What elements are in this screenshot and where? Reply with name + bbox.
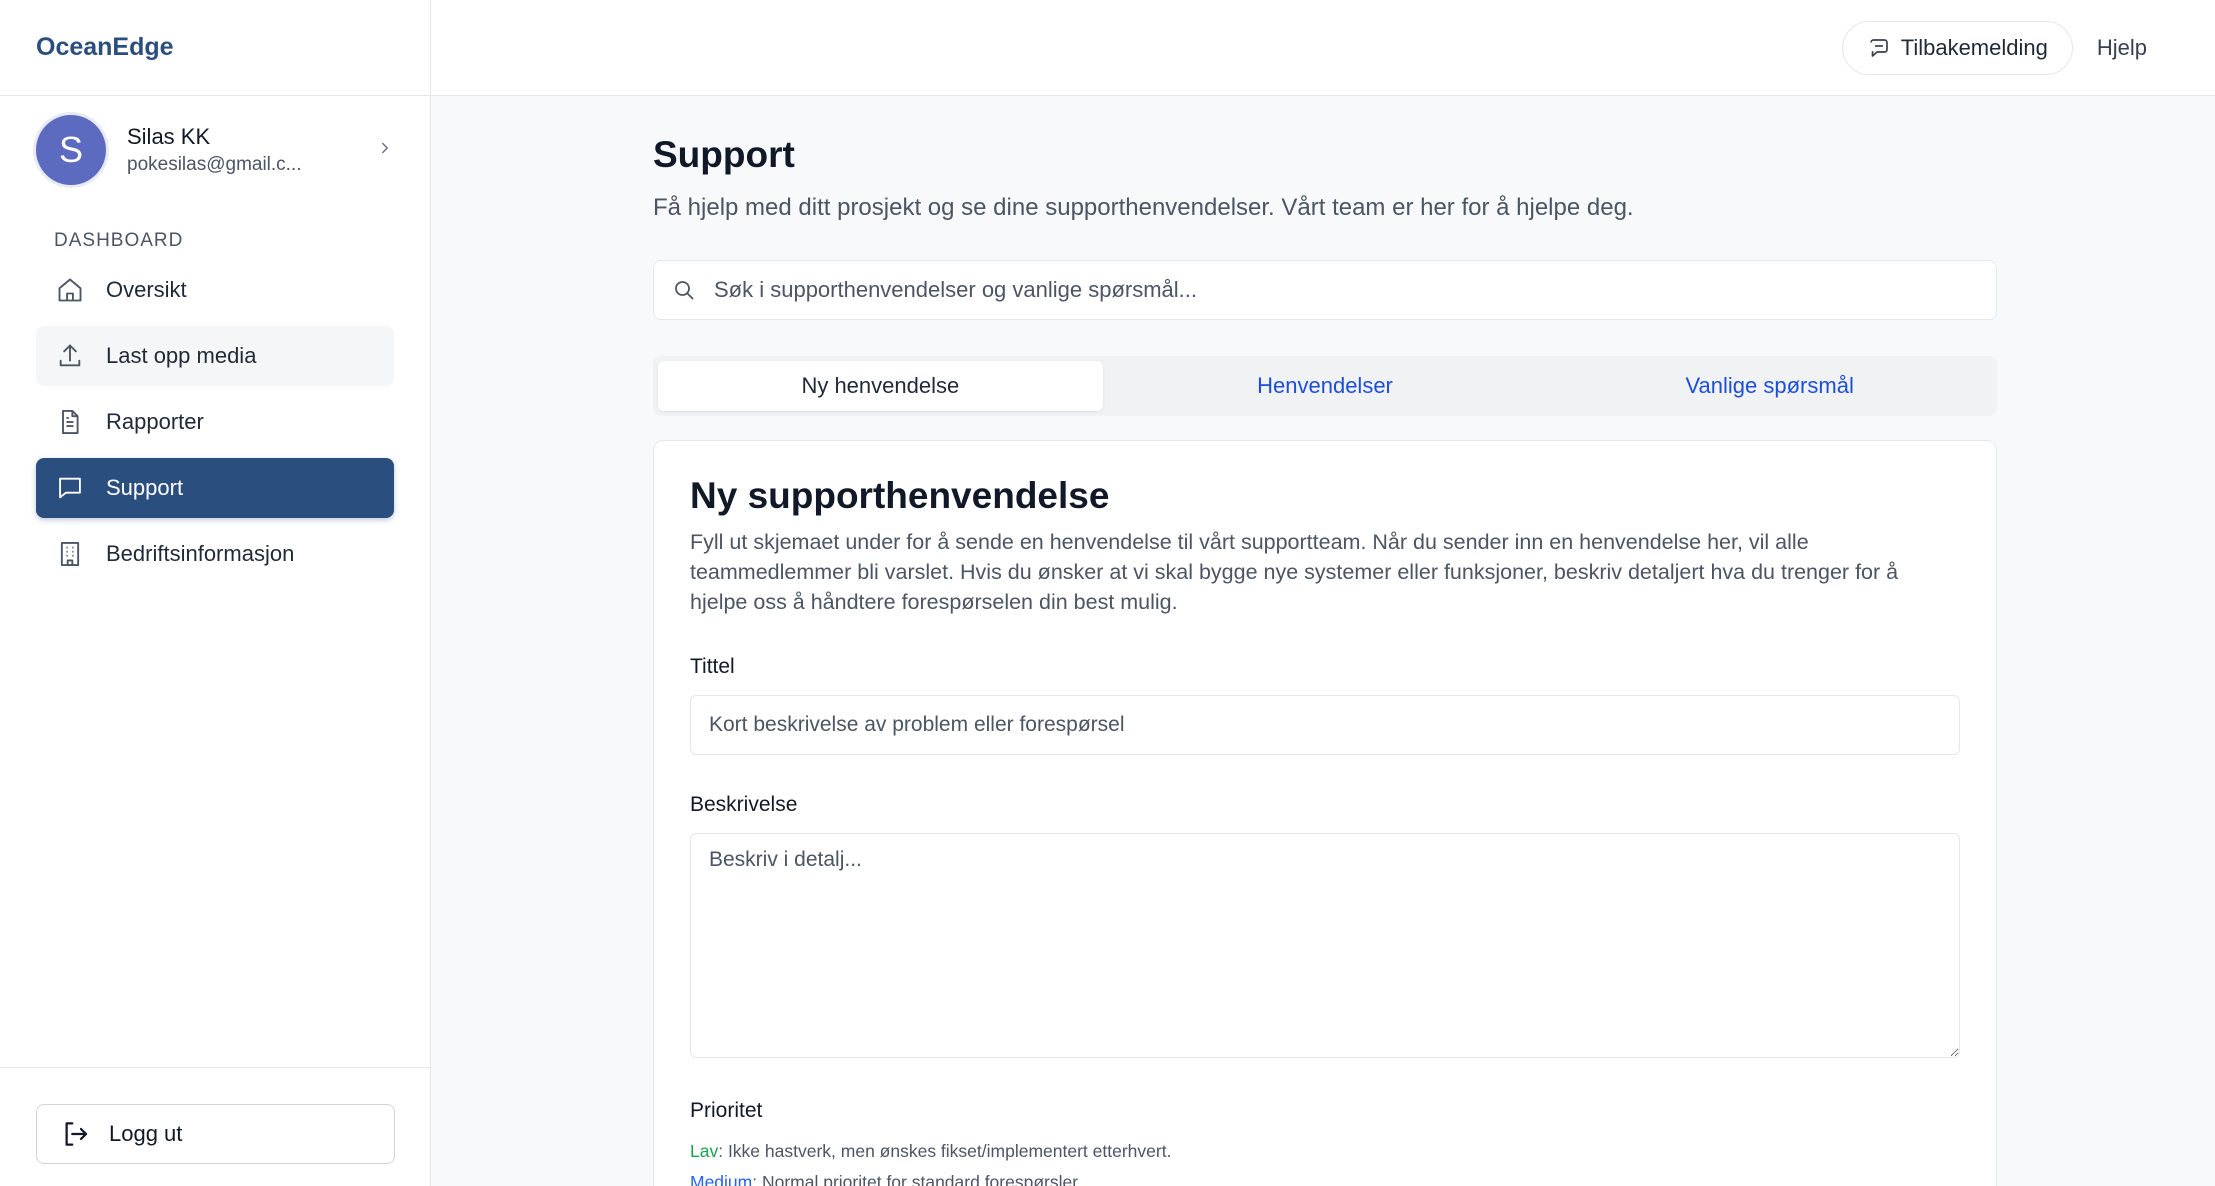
user-info: Silas KK pokesilas@gmail.c... bbox=[127, 124, 376, 176]
brand-logo[interactable]: OceanEdge bbox=[0, 0, 430, 96]
sidebar-item-rapporter[interactable]: Rapporter bbox=[36, 392, 394, 452]
main-area: Tilbakemelding Hjelp Support Få hjelp me… bbox=[431, 0, 2215, 1186]
description-label: Beskrivelse bbox=[690, 793, 798, 816]
tab-henvendelser[interactable]: Henvendelser bbox=[1103, 361, 1548, 411]
home-icon bbox=[54, 274, 86, 306]
sidebar-item-label: Oversikt bbox=[106, 277, 187, 302]
form-title: Ny supporthenvendelse bbox=[690, 475, 1110, 516]
sidebar-item-last-opp-media[interactable]: Last opp media bbox=[36, 326, 394, 386]
page-content: Support Få hjelp med ditt prosjekt og se… bbox=[653, 96, 1997, 1186]
description-textarea[interactable] bbox=[690, 833, 1960, 1058]
search-icon bbox=[672, 278, 696, 302]
form-description: Fyll ut skjemaet under for å sende en he… bbox=[690, 530, 1899, 614]
tab-ny-henvendelse[interactable]: Ny henvendelse bbox=[658, 361, 1103, 411]
search-input[interactable] bbox=[714, 277, 1964, 303]
page-subtitle: Få hjelp med ditt prosjekt og se dine su… bbox=[653, 194, 1634, 221]
building-icon bbox=[54, 538, 86, 570]
sidebar-item-oversikt[interactable]: Oversikt bbox=[36, 260, 394, 320]
sidebar-item-label: Rapporter bbox=[106, 409, 204, 434]
search-bar bbox=[653, 260, 1997, 320]
sidebar-item-label: Support bbox=[106, 475, 184, 500]
upload-icon bbox=[54, 340, 86, 372]
sidebar-item-bedriftsinformasjon[interactable]: Bedriftsinformasjon bbox=[36, 524, 394, 584]
sidebar: OceanEdge S Silas KK pokesilas@gmail.c..… bbox=[0, 0, 431, 1186]
sidebar-item-support[interactable]: Support bbox=[36, 458, 394, 518]
priority-label: Prioritet bbox=[690, 1099, 763, 1122]
avatar: S bbox=[36, 115, 106, 185]
user-name: Silas KK bbox=[127, 124, 211, 149]
feedback-label: Tilbakemelding bbox=[1900, 34, 2048, 60]
document-icon bbox=[54, 406, 86, 438]
priority-low-text: : Ikke hastverk, men ønskes fikset/imple… bbox=[718, 1141, 1172, 1161]
app: OceanEdge S Silas KK pokesilas@gmail.c..… bbox=[0, 0, 2215, 1186]
sidebar-footer: Logg ut bbox=[0, 1067, 430, 1186]
logout-label: Logg ut bbox=[109, 1121, 183, 1146]
feedback-button[interactable]: Tilbakemelding bbox=[1841, 20, 2073, 75]
sidebar-item-label: Bedriftsinformasjon bbox=[106, 541, 295, 566]
section-label-dashboard: DASHBOARD bbox=[54, 230, 184, 251]
page-title: Support bbox=[653, 134, 795, 175]
user-email: pokesilas@gmail.c... bbox=[127, 154, 302, 175]
chevron-right-icon bbox=[376, 139, 394, 162]
priority-low-hint: Lav: Ikke hastverk, men ønskes fikset/im… bbox=[690, 1141, 1960, 1162]
title-label: Tittel bbox=[690, 655, 735, 678]
tab-vanlige-sporsmal[interactable]: Vanlige spørsmål bbox=[1547, 361, 1992, 411]
priority-low-name: Lav bbox=[690, 1141, 719, 1161]
priority-medium-name: Medium bbox=[690, 1172, 753, 1186]
sidebar-item-label: Last opp media bbox=[106, 343, 257, 368]
tab-list: Ny henvendelse Henvendelser Vanlige spør… bbox=[653, 356, 1997, 416]
logout-button[interactable]: Logg ut bbox=[36, 1104, 395, 1164]
priority-medium-text: : Normal prioritet for standard forespør… bbox=[752, 1172, 1082, 1186]
topbar: Tilbakemelding Hjelp bbox=[431, 0, 2215, 96]
title-input[interactable] bbox=[690, 695, 1960, 755]
new-ticket-card: Ny supporthenvendelse Fyll ut skjemaet u… bbox=[653, 440, 1997, 1186]
sidebar-nav: Oversikt Last opp media Rapporter Suppor… bbox=[0, 260, 430, 584]
feedback-icon bbox=[1867, 36, 1891, 60]
priority-medium-hint: Medium: Normal prioritet for standard fo… bbox=[690, 1172, 1960, 1186]
user-profile-button[interactable]: S Silas KK pokesilas@gmail.c... bbox=[0, 96, 430, 204]
logout-icon bbox=[61, 1119, 91, 1149]
message-icon bbox=[54, 472, 86, 504]
help-link[interactable]: Hjelp bbox=[2097, 35, 2147, 61]
